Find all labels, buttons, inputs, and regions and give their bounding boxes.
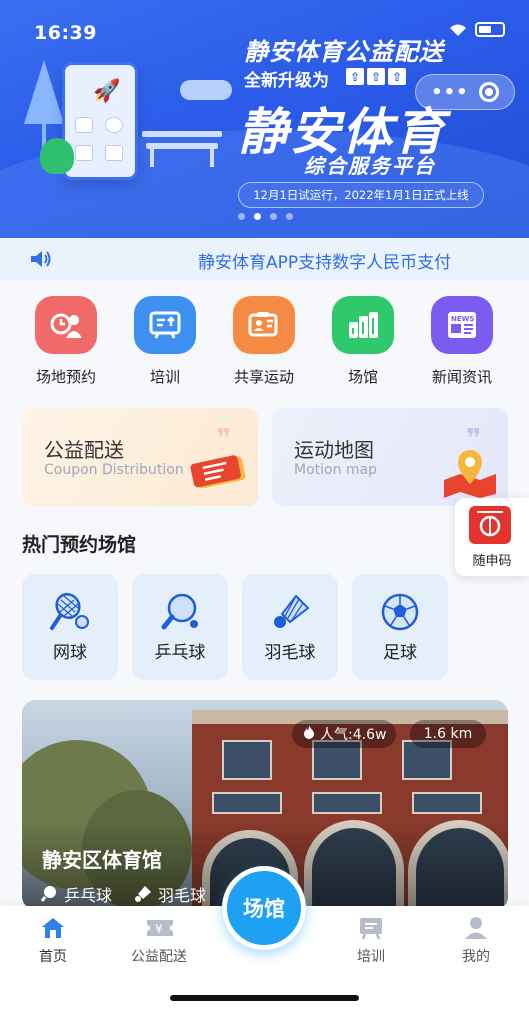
banner-subtitle: 综合服务平台 (304, 154, 436, 178)
quick-item-label: 场地预约 (35, 368, 96, 386)
quick-item-training[interactable]: 培训 (115, 296, 215, 387)
venue-booking-icon (35, 296, 97, 354)
quick-item-venue-booking[interactable]: 场地预约 (16, 296, 116, 387)
speaker-icon (30, 250, 52, 272)
tennis-icon (48, 592, 92, 632)
badminton-icon (135, 886, 152, 902)
quick-item-label: 场馆 (347, 368, 378, 386)
ping-pong-icon (158, 592, 202, 632)
sport-label: 乒乓球 (154, 643, 206, 663)
coupon-ticket-icon (190, 452, 254, 496)
home-indicator[interactable] (170, 995, 359, 1001)
quick-item-label: 培训 (149, 368, 180, 386)
target-icon[interactable] (478, 82, 499, 102)
quick-item-shared-sport[interactable]: 共享运动 (214, 296, 314, 387)
bush-illustration (40, 138, 74, 174)
distance-badge: 1.6 km (410, 720, 486, 748)
svg-text:NEWS: NEWS (451, 315, 474, 323)
venue-tag-label: 乒乓球 (64, 886, 113, 905)
cloud-illustration (180, 80, 232, 100)
quick-item-label: 新闻资讯 (431, 368, 492, 386)
venue-tag-label: 羽毛球 (158, 886, 207, 905)
tab-coupon[interactable]: ¥ 公益配送 (114, 916, 204, 966)
tab-home[interactable]: 首页 (8, 916, 98, 966)
banner-upgrade-text: 全新升级为 (244, 71, 329, 91)
stadium-icon (332, 296, 394, 354)
card-title: 公益配送 (44, 438, 124, 462)
badminton-icon (268, 592, 312, 632)
sport-tennis[interactable]: 网球 (22, 574, 118, 680)
quick-item-stadium[interactable]: 场馆 (313, 296, 413, 387)
coupon-distribution-card[interactable]: 公益配送 Coupon Distribution ❞ (22, 408, 258, 506)
pagination-dot[interactable] (286, 213, 293, 220)
wifi-icon (449, 23, 467, 37)
quote-icon: ❞ (216, 424, 232, 454)
svg-text:¥: ¥ (155, 922, 163, 936)
sport-label: 羽毛球 (264, 643, 316, 663)
banner-pagination[interactable] (238, 213, 293, 220)
banner-arrows: ⇧ ⇧ ⇧ (346, 68, 406, 85)
home-icon (40, 916, 66, 940)
app-screen: 16:39 🚀 静安体育公益配送 全新升级为 ⇧ ⇧ ⇧ 静安体育 综合服务平台… (0, 0, 529, 1013)
training-tab-icon (358, 916, 384, 940)
tab-label: 我的 (462, 949, 490, 965)
mini-program-capsule: ••• (415, 74, 515, 110)
tree-illustration (24, 60, 64, 124)
tab-training[interactable]: 培训 (326, 916, 416, 966)
pagination-dot-active[interactable] (254, 213, 261, 220)
sport-label: 足球 (383, 643, 417, 663)
ping-pong-icon (40, 886, 56, 902)
tab-label: 培训 (357, 949, 385, 965)
shared-sport-icon (233, 296, 295, 354)
rocket-icon: 🚀 (93, 79, 121, 104)
up-arrow-icon: ⇧ (388, 68, 406, 85)
fire-icon (302, 724, 316, 744)
popularity-text: 人气:4.6w (320, 727, 387, 743)
sport-badminton[interactable]: 羽毛球 (242, 574, 338, 680)
notice-bar[interactable]: 静安体育APP支持数字人民币支付 (0, 238, 529, 280)
venue-tag: 羽毛球 (134, 882, 206, 906)
banner-launch-pill: 12月1日试运行，2022年1月1日正式上线 (238, 182, 484, 208)
card-title: 运动地图 (294, 438, 374, 462)
tab-label: 公益配送 (131, 949, 187, 965)
promo-banner[interactable]: 16:39 🚀 静安体育公益配送 全新升级为 ⇧ ⇧ ⇧ 静安体育 综合服务平台… (0, 0, 529, 238)
tab-profile[interactable]: 我的 (431, 916, 521, 966)
training-icon (134, 296, 196, 354)
pagination-dot[interactable] (270, 213, 277, 220)
suishen-code-logo-icon (469, 506, 511, 544)
stadium-center-button[interactable]: 场馆 (222, 866, 306, 950)
motion-map-card[interactable]: 运动地图 Motion map ❞ (272, 408, 508, 506)
sport-label: 网球 (53, 643, 87, 663)
map-pin-icon (440, 446, 500, 502)
profile-icon (463, 916, 489, 940)
sport-football[interactable]: 足球 (352, 574, 448, 680)
sport-ping-pong[interactable]: 乒乓球 (132, 574, 228, 680)
venue-name: 静安区体育馆 (42, 848, 162, 872)
card-subtitle: Motion map (294, 462, 378, 478)
up-arrow-icon: ⇧ (367, 68, 385, 85)
up-arrow-icon: ⇧ (346, 68, 364, 85)
tab-label: 首页 (39, 949, 67, 965)
status-icons (449, 22, 505, 37)
football-icon (378, 592, 422, 632)
quick-item-news[interactable]: NEWS 新闻资讯 (412, 296, 512, 387)
quick-item-label: 共享运动 (233, 368, 294, 386)
battery-icon (475, 22, 505, 37)
hot-venues-title: 热门预约场馆 (22, 534, 137, 556)
suishen-code-label: 随申码 (472, 554, 512, 569)
banner-title-top: 静安体育公益配送 (244, 38, 444, 66)
notice-text: 静安体育APP支持数字人民币支付 (198, 253, 452, 273)
venue-tag: 乒乓球 (40, 882, 112, 906)
pagination-dot[interactable] (238, 213, 245, 220)
suishen-code-button[interactable]: 随申码 (455, 498, 529, 576)
bench-illustration (142, 125, 224, 167)
card-subtitle: Coupon Distribution (44, 462, 184, 478)
coupon-icon: ¥ (146, 916, 173, 940)
status-time: 16:39 (34, 22, 97, 44)
popularity-badge: 人气:4.6w (292, 720, 397, 748)
news-icon: NEWS (431, 296, 493, 354)
quick-menu: 场地预约 培训 共享运动 场馆 NEWS 新闻资讯 (0, 296, 529, 396)
more-dots-icon[interactable]: ••• (431, 82, 469, 103)
